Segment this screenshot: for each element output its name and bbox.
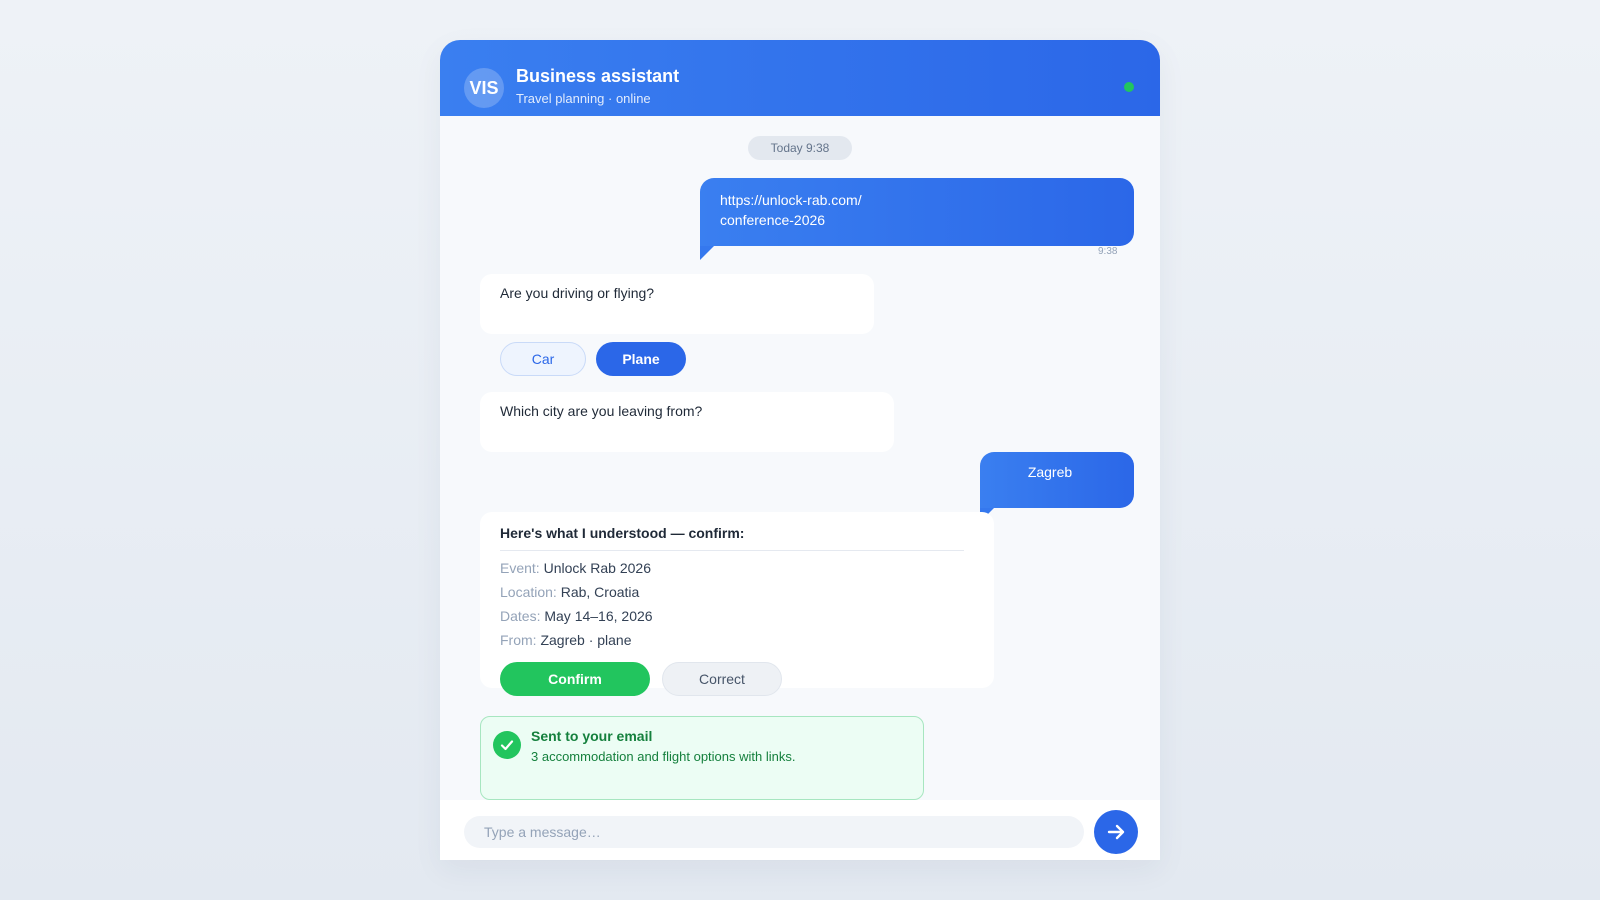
summary-row-location: Location: Rab, Croatia (500, 584, 639, 600)
bot-message-driving-or-flying: Are you driving or flying? (480, 274, 874, 334)
divider (500, 550, 964, 551)
bubble-tail (700, 246, 714, 260)
summary-label: Location: (500, 584, 557, 600)
date-separator: Today 9:38 (748, 136, 852, 160)
assistant-avatar: VIS (464, 68, 504, 108)
notice-title: Sent to your email (531, 728, 653, 744)
confirmation-heading: Here's what I understood — confirm: (500, 525, 745, 541)
chat-title: Business assistant (516, 66, 680, 86)
bot-message-text: Which city are you leaving from? (500, 403, 703, 419)
link-line-1: https://unlock-rab.com/ (720, 192, 862, 208)
link-line-2: conference-2026 (720, 212, 826, 228)
message-input[interactable] (464, 816, 1084, 848)
arrow-right-icon (1107, 824, 1125, 840)
chat-window: VIS Business assistant Travel planning ·… (440, 40, 1160, 860)
summary-row-dates: Dates: May 14–16, 2026 (500, 608, 653, 624)
plane-option-button[interactable]: Plane (596, 342, 686, 376)
summary-value: Unlock Rab 2026 (543, 560, 651, 576)
summary-value: May 14–16, 2026 (544, 608, 653, 624)
summary-row-event: Event: Unlock Rab 2026 (500, 560, 651, 576)
summary-label: Event: (500, 560, 540, 576)
check-circle-icon (493, 731, 521, 759)
bot-message-text: Are you driving or flying? (500, 285, 655, 301)
message-composer (440, 800, 1160, 860)
user-message-city: Zagreb (980, 452, 1134, 522)
bot-message-departure-city: Which city are you leaving from? (480, 392, 894, 452)
chat-subtitle: Travel planning · online (516, 91, 651, 106)
summary-row-from: From: Zagreb · plane (500, 632, 632, 648)
user-message-link: https://unlock-rab.com/ conference-2026 (700, 178, 1134, 260)
summary-value: Zagreb · plane (540, 632, 632, 648)
summary-label: From: (500, 632, 537, 648)
chat-header: VIS Business assistant Travel planning ·… (440, 40, 1160, 116)
user-message-text[interactable]: https://unlock-rab.com/ conference-2026 (720, 190, 862, 230)
email-sent-notice: Sent to your email 3 accommodation and f… (480, 716, 924, 800)
confirm-button[interactable]: Confirm (500, 662, 650, 696)
send-button[interactable] (1094, 810, 1138, 854)
summary-label: Dates: (500, 608, 541, 624)
message-timestamp: 9:38 (1098, 246, 1118, 257)
summary-value: Rab, Croatia (560, 584, 640, 600)
car-option-button[interactable]: Car (500, 342, 586, 376)
correct-button[interactable]: Correct (662, 662, 782, 696)
online-status-dot (1124, 82, 1134, 92)
notice-body: 3 accommodation and flight options with … (531, 749, 796, 764)
user-message-text: Zagreb (1027, 464, 1073, 480)
